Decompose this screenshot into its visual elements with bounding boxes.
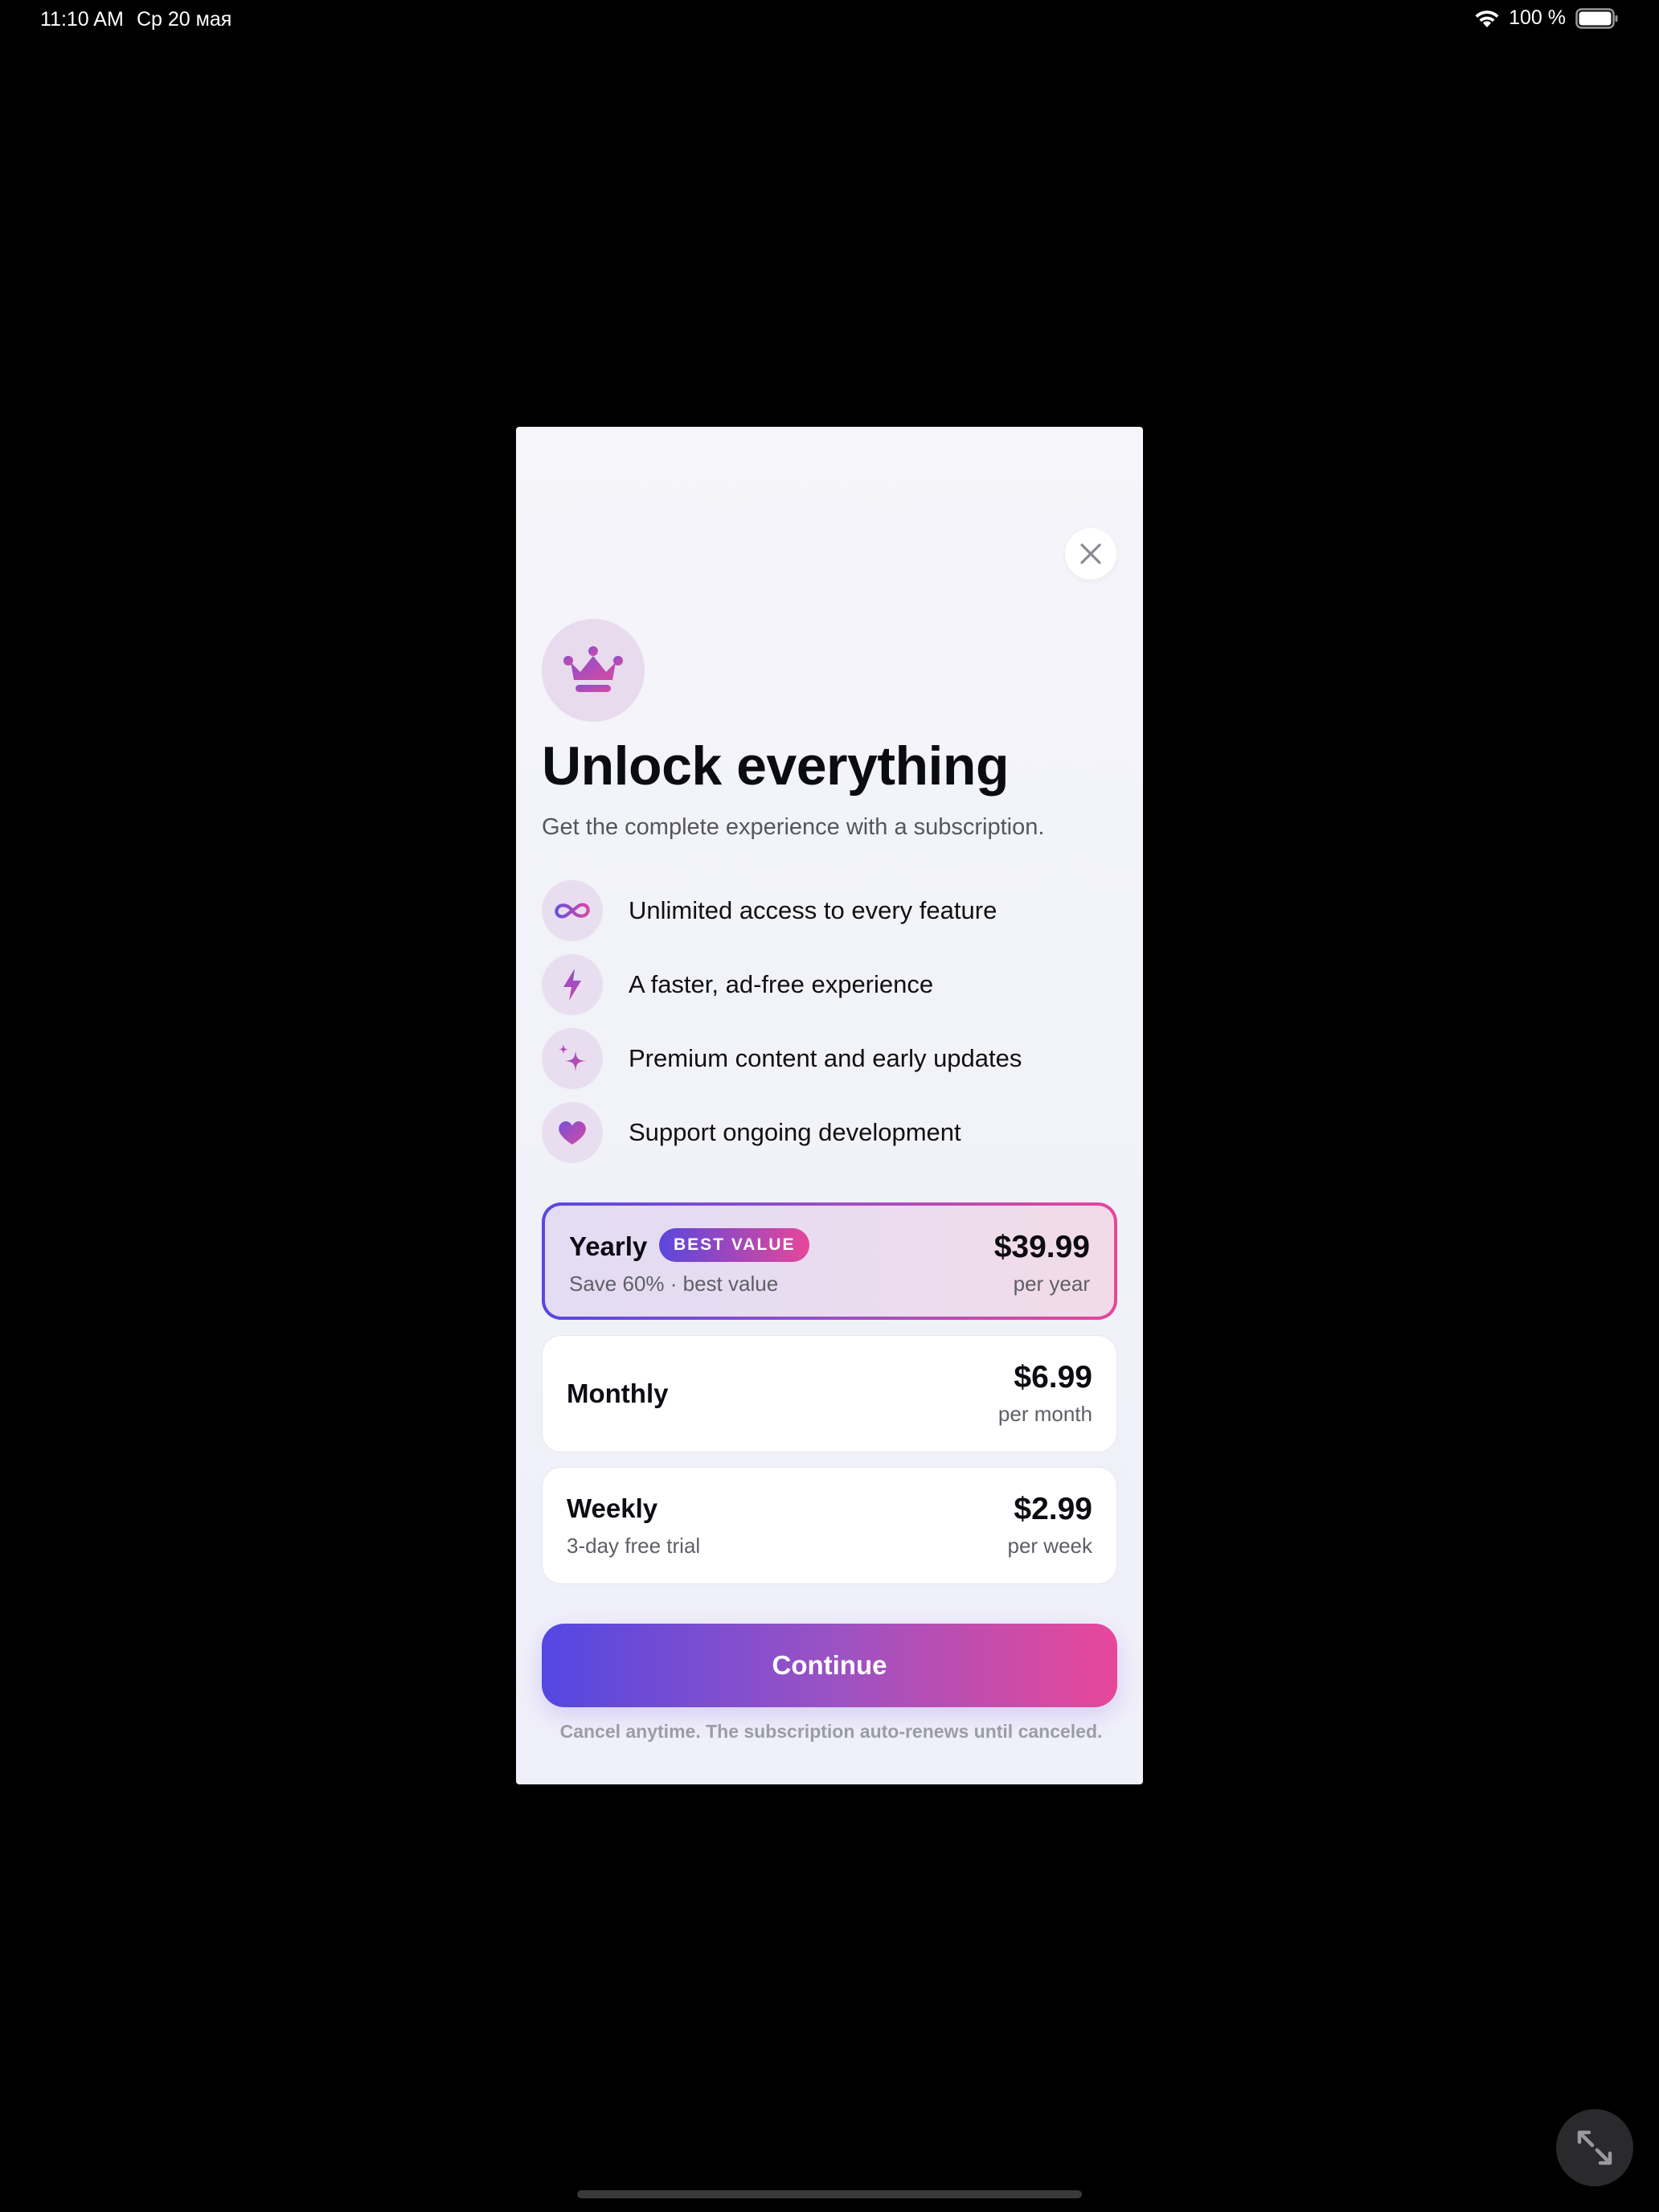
paywall-sheet: Unlock everything Get the complete exper… [516, 427, 1143, 1784]
close-icon [1080, 543, 1101, 564]
resize-button[interactable] [1556, 2109, 1633, 2186]
plan-price: $6.99 [1014, 1360, 1092, 1395]
expand-arrows-icon [1577, 2130, 1612, 2165]
feature-icon-badge [542, 954, 603, 1015]
feature-icon-badge [542, 880, 603, 941]
feature-text: Support ongoing development [629, 1118, 961, 1146]
battery-percentage: 100 % [1509, 6, 1566, 29]
plan-period: per year [1013, 1272, 1090, 1296]
best-value-badge: BEST VALUE [659, 1228, 810, 1262]
plan-subtitle: Save 60% · best value [569, 1272, 779, 1296]
plan-option-weekly[interactable]: Weekly 3-day free trial $2.99 per week [542, 1467, 1117, 1584]
battery-icon [1575, 7, 1618, 29]
home-indicator[interactable] [577, 2190, 1082, 2198]
continue-button[interactable]: Continue [542, 1624, 1117, 1707]
plan-price: $2.99 [1014, 1492, 1092, 1526]
status-indicators: 100 % [1473, 6, 1619, 30]
renewal-footnote: Cancel anytime. The subscription auto-re… [559, 1721, 1103, 1742]
plan-option-monthly[interactable]: Monthly $6.99 per month [542, 1335, 1117, 1452]
feature-item: Premium content and early updates [542, 1028, 1120, 1089]
plan-name: Weekly [567, 1493, 658, 1523]
infinity-icon [555, 903, 590, 919]
feature-icon-badge [542, 1102, 603, 1163]
feature-text: Premium content and early updates [629, 1044, 1022, 1072]
feature-text: Unlimited access to every feature [629, 896, 997, 924]
plan-name: Yearly [569, 1231, 648, 1261]
hero-badge [542, 619, 645, 722]
close-button[interactable] [1065, 528, 1116, 580]
status-date: Ср 20 мая [137, 8, 232, 31]
bolt-icon [563, 969, 581, 1001]
page-title: Unlock everything [542, 735, 1010, 797]
heart-icon [559, 1121, 586, 1145]
status-time: 11:10 AM [40, 8, 124, 31]
feature-item: Unlimited access to every feature [542, 880, 1120, 941]
plan-period: per month [997, 1402, 1092, 1426]
page-subtitle: Get the complete experience with a subsc… [542, 814, 1045, 840]
feature-icon-badge [542, 1028, 603, 1089]
plan-name: Monthly [567, 1378, 669, 1408]
status-bar: 11:10 AM Ср 20 мая 100 % [0, 0, 1659, 39]
feature-item: A faster, ad-free experience [542, 954, 1120, 1015]
feature-item: Support ongoing development [542, 1102, 1120, 1163]
plan-option-yearly[interactable]: Yearly BEST VALUE Save 60% · best value … [542, 1202, 1117, 1320]
plan-period: per week [1007, 1534, 1093, 1558]
screen: 11:10 AM Ср 20 мая 100 % Unlock everythi… [0, 0, 1659, 2212]
plan-subtitle: 3-day free trial [567, 1534, 701, 1558]
sparkles-icon [559, 1044, 586, 1071]
wifi-icon [1475, 10, 1499, 27]
feature-text: A faster, ad-free experience [629, 970, 934, 998]
crown-icon [563, 646, 623, 692]
plan-price: $39.99 [993, 1230, 1090, 1264]
